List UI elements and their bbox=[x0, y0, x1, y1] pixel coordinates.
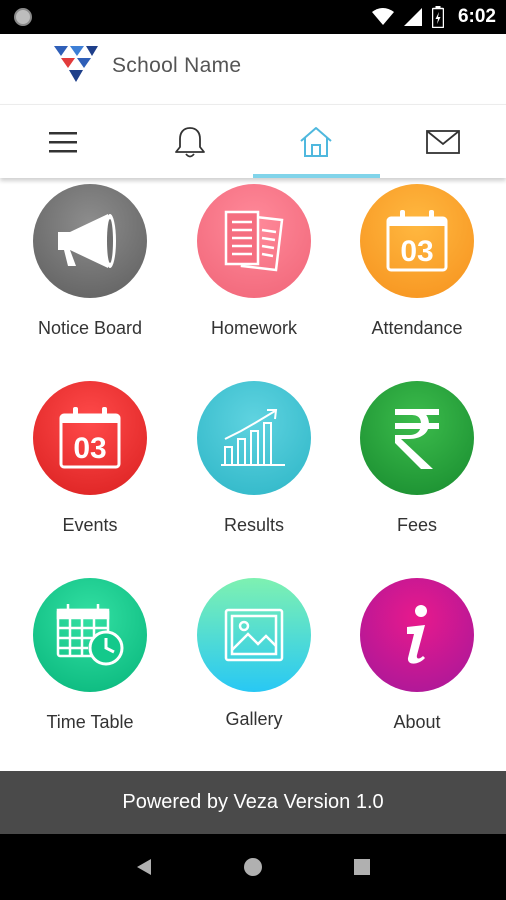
tile-label: Events bbox=[62, 515, 118, 535]
status-icons: 6:02 bbox=[371, 0, 496, 34]
megaphone-icon bbox=[58, 214, 116, 268]
bell-icon bbox=[174, 126, 205, 157]
back-icon[interactable] bbox=[135, 857, 153, 877]
time-table-circle[interactable] bbox=[33, 578, 147, 692]
events-circle[interactable]: 03 bbox=[33, 381, 147, 495]
tab-menu[interactable] bbox=[0, 105, 127, 178]
notification-dot-icon bbox=[14, 8, 32, 26]
homework-circle[interactable] bbox=[197, 184, 311, 298]
timetable-icon bbox=[56, 604, 124, 666]
tile-label: Notice Board bbox=[37, 318, 143, 338]
system-nav-bar bbox=[0, 834, 506, 900]
home-button-icon[interactable] bbox=[243, 857, 263, 877]
tab-home[interactable] bbox=[253, 105, 380, 178]
tile-label: Results bbox=[223, 515, 285, 535]
events-date: 03 bbox=[73, 432, 106, 465]
footer-bar: Powered by Veza Version 1.0 bbox=[0, 771, 506, 834]
tile-fees[interactable]: Fees bbox=[333, 381, 501, 536]
tile-label: Fees bbox=[396, 515, 438, 535]
tile-homework[interactable]: Homework bbox=[170, 184, 338, 339]
attendance-date: 03 bbox=[400, 235, 433, 268]
tile-label: Attendance bbox=[371, 318, 463, 338]
tile-label: Gallery bbox=[225, 709, 283, 729]
rupee-icon bbox=[395, 409, 439, 469]
results-circle[interactable] bbox=[197, 381, 311, 495]
tile-results[interactable]: Results bbox=[170, 381, 338, 536]
tile-events[interactable]: 03 Events bbox=[6, 381, 174, 536]
calendar-icon: 03 bbox=[386, 210, 448, 272]
bar-chart-icon bbox=[221, 409, 285, 466]
recents-icon[interactable] bbox=[353, 858, 371, 876]
notice-board-circle[interactable] bbox=[33, 184, 147, 298]
tab-messages[interactable] bbox=[380, 105, 506, 178]
tab-notifications[interactable] bbox=[127, 105, 254, 178]
image-icon bbox=[224, 608, 284, 662]
tile-about[interactable]: About bbox=[333, 578, 501, 733]
wifi-icon bbox=[371, 8, 394, 25]
tile-label: Time Table bbox=[46, 712, 134, 732]
tile-gallery[interactable]: Gallery bbox=[170, 578, 338, 730]
about-circle[interactable] bbox=[360, 578, 474, 692]
tile-attendance[interactable]: 03 Attendance bbox=[333, 184, 501, 339]
attendance-circle[interactable]: 03 bbox=[360, 184, 474, 298]
status-bar: 6:02 bbox=[0, 0, 506, 34]
feature-grid: Notice Board Homework 03 Attendance 03 E… bbox=[0, 178, 506, 771]
nav-tabs bbox=[0, 104, 506, 178]
tile-time-table[interactable]: Time Table bbox=[6, 578, 174, 733]
status-time: 6:02 bbox=[457, 6, 496, 27]
mail-icon bbox=[425, 129, 460, 154]
gallery-circle[interactable] bbox=[197, 578, 311, 692]
school-name: School Name bbox=[112, 54, 242, 77]
documents-icon bbox=[224, 210, 284, 272]
fees-circle[interactable] bbox=[360, 381, 474, 495]
battery-icon bbox=[431, 6, 444, 28]
tile-notice-board[interactable]: Notice Board bbox=[6, 184, 174, 339]
footer-text: Powered by Veza Version 1.0 bbox=[122, 791, 384, 813]
info-icon bbox=[407, 605, 427, 664]
school-logo-icon bbox=[54, 46, 98, 82]
tile-label: Homework bbox=[210, 318, 298, 338]
calendar-icon: 03 bbox=[59, 407, 121, 469]
cell-signal-icon bbox=[403, 8, 422, 26]
home-icon bbox=[300, 126, 332, 157]
app-header: School Name bbox=[0, 34, 506, 104]
menu-icon bbox=[49, 131, 78, 152]
app-screen: 6:02 School Name Notice Board Homework 0… bbox=[0, 0, 506, 900]
tile-label: About bbox=[393, 712, 441, 732]
